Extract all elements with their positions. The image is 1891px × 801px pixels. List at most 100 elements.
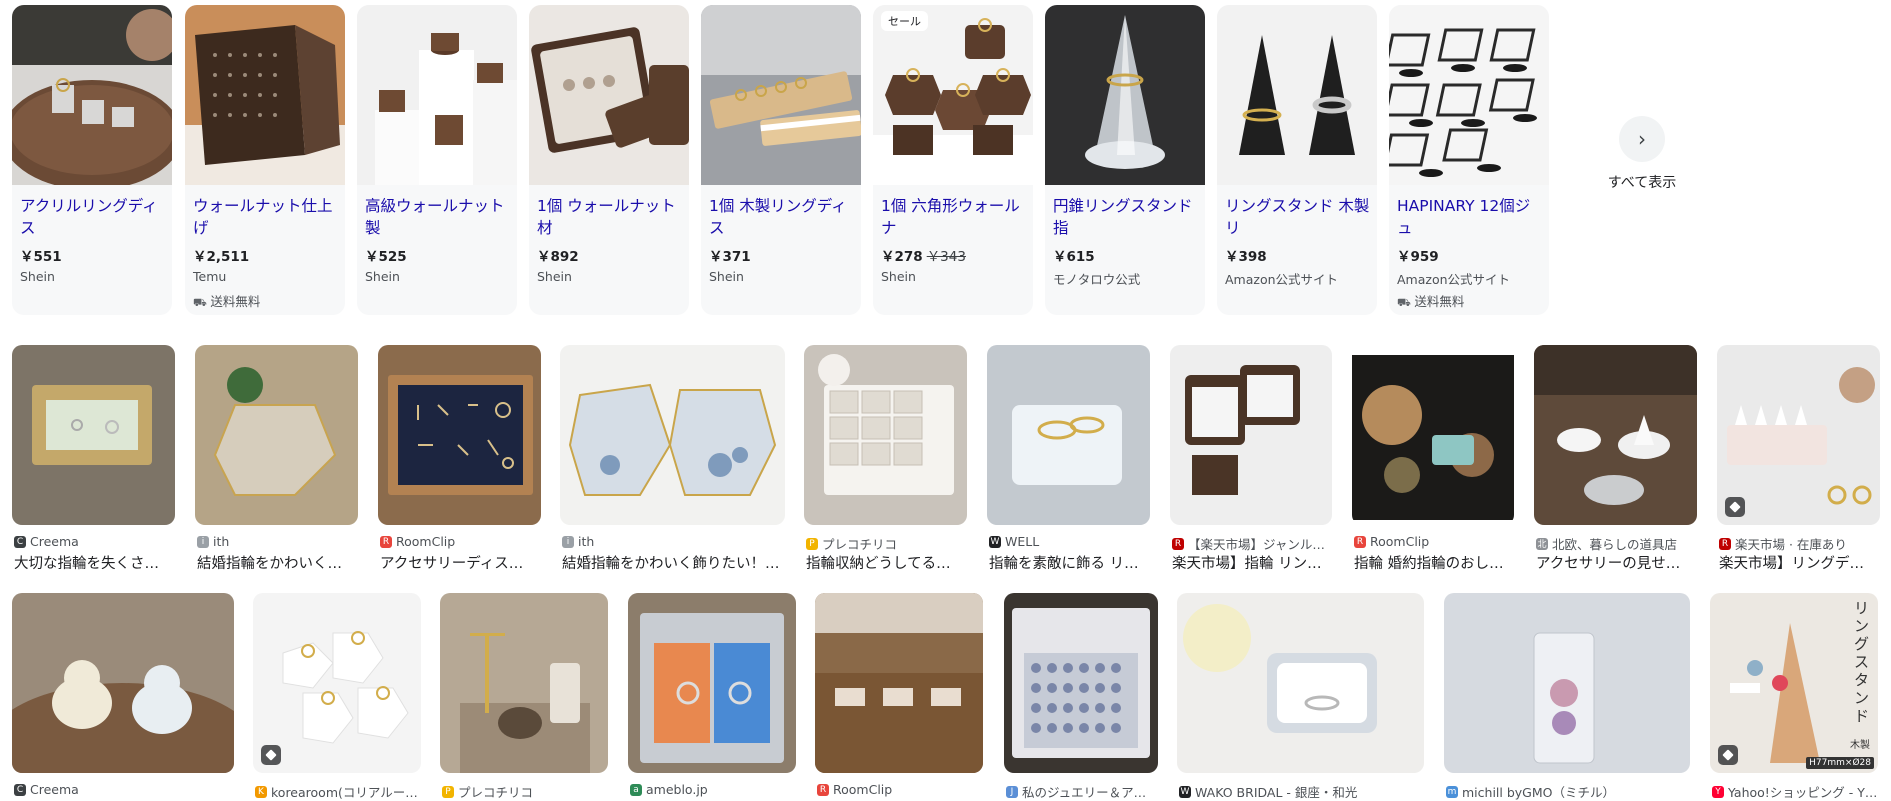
result-title[interactable]: 大切な指輪を失くさ… bbox=[14, 552, 173, 573]
result-image[interactable] bbox=[804, 345, 967, 525]
product-image[interactable] bbox=[873, 5, 1033, 185]
result-image[interactable] bbox=[195, 345, 358, 525]
result-title[interactable]: 指輪収納どうしてる… bbox=[806, 552, 965, 573]
image-result[interactable]: K korearoom(コリアルー… bbox=[253, 593, 421, 801]
result-source[interactable]: R 【楽天市場】ジャンル… bbox=[1172, 534, 1330, 553]
result-source[interactable]: P プレコチリコ bbox=[442, 782, 606, 801]
view-all-label: すべて表示 bbox=[1607, 175, 1677, 191]
result-source[interactable]: R RoomClip bbox=[1354, 534, 1512, 549]
result-source[interactable]: C Creema bbox=[14, 534, 173, 549]
product-image[interactable] bbox=[701, 5, 861, 185]
result-image[interactable] bbox=[440, 593, 608, 773]
image-result[interactable]: R 【楽天市場】ジャンル… 楽天市場】指輪 リン… bbox=[1170, 345, 1332, 573]
result-title[interactable]: 楽天市場】リングデ… bbox=[1719, 552, 1878, 573]
product-title[interactable]: 円錐リングスタンド 指 輪 アクセサリーディ… bbox=[1053, 195, 1199, 239]
image-result[interactable]: 北 北欧、暮らしの道具店 アクセサリーの見せ… bbox=[1534, 345, 1697, 573]
image-result[interactable]: R 楽天市場 · 在庫あり 楽天市場】リングデ… bbox=[1717, 345, 1880, 573]
product-card[interactable]: セール 1個 六角形ウォールナ ット木製ジュエリー… ￥278￥343 Shei… bbox=[873, 5, 1033, 315]
product-title[interactable]: 1個 六角形ウォールナ ット木製ジュエリー… bbox=[881, 195, 1027, 239]
image-result[interactable]: P プレコチリコ bbox=[440, 593, 608, 801]
result-source[interactable]: W WAKO BRIDAL - 銀座・和光 bbox=[1179, 782, 1422, 801]
result-image[interactable] bbox=[987, 345, 1150, 525]
product-title[interactable]: HAPINARY 12個ジュ エリーディスプレイ… bbox=[1397, 195, 1543, 239]
result-image[interactable] bbox=[1004, 593, 1158, 773]
product-title[interactable]: 高級ウォールナット製 ジュエリー展示スタ… bbox=[365, 195, 511, 239]
result-source[interactable]: i ith bbox=[197, 534, 356, 549]
product-image[interactable] bbox=[185, 5, 345, 185]
result-source[interactable]: 北 北欧、暮らしの道具店 bbox=[1536, 534, 1695, 553]
image-result[interactable]: C Creema bbox=[12, 593, 234, 799]
product-card[interactable]: ウォールナット仕上げ 木製ジュエリーディ… ￥2,511 Temu ⛟ 送料無料 bbox=[185, 5, 345, 315]
product-image[interactable] bbox=[357, 5, 517, 185]
result-source[interactable]: i ith bbox=[562, 534, 783, 549]
result-image[interactable] bbox=[1170, 345, 1332, 525]
result-source[interactable]: m michill byGMO（ミチル） bbox=[1446, 782, 1688, 801]
image-result[interactable]: a ameblo.jp bbox=[628, 593, 796, 799]
size-label: H77mm×Ø28 bbox=[1806, 757, 1874, 769]
image-result[interactable]: リングスタンド 木製 H77mm×Ø28 Y Yahoo!ショッピング - Y… bbox=[1710, 593, 1878, 801]
ring-stand-vertical-text: リングスタンド bbox=[1854, 599, 1870, 725]
result-source[interactable]: R 楽天市場 · 在庫あり bbox=[1719, 534, 1878, 553]
image-result[interactable]: C Creema 大切な指輪を失くさ… bbox=[12, 345, 175, 573]
product-image[interactable] bbox=[1389, 5, 1549, 185]
product-card[interactable]: アクリルリングディス プレイスタンド、リ… ￥551 Shein bbox=[12, 5, 172, 315]
result-title[interactable]: 指輪 婚約指輪のおし… bbox=[1354, 552, 1512, 573]
result-source[interactable]: Y Yahoo!ショッピング - Y… bbox=[1712, 782, 1876, 801]
image-result[interactable]: P プレコチリコ 指輪収納どうしてる… bbox=[804, 345, 967, 573]
image-result[interactable]: i ith 結婚指輪をかわいく… bbox=[195, 345, 358, 573]
product-title[interactable]: 1個 ウォールナット材 指/六角形ジュエリー… bbox=[537, 195, 683, 239]
image-result[interactable]: W WAKO BRIDAL - 銀座・和光 bbox=[1177, 593, 1424, 801]
result-image[interactable] bbox=[1444, 593, 1690, 773]
result-title[interactable]: アクセサリーの見せ… bbox=[1536, 552, 1695, 573]
product-card[interactable]: 1個 木製リングディス プレイスタンド ジュ… ￥371 Shein bbox=[701, 5, 861, 315]
product-card[interactable]: HAPINARY 12個ジュ エリーディスプレイ… ￥959 Amazon公式サ… bbox=[1389, 5, 1549, 315]
image-result[interactable]: J 私のジュエリー＆ア… bbox=[1004, 593, 1158, 801]
product-title[interactable]: ウォールナット仕上げ 木製ジュエリーディ… bbox=[193, 195, 339, 239]
product-title[interactable]: リングスタンド 木製リ ング収納ディスプレ… bbox=[1225, 195, 1371, 239]
product-title[interactable]: 1個 木製リングディス プレイスタンド ジュ… bbox=[709, 195, 855, 239]
result-image[interactable] bbox=[1352, 345, 1514, 525]
product-image[interactable] bbox=[1045, 5, 1205, 185]
product-title[interactable]: アクリルリングディス プレイスタンド、リ… bbox=[20, 195, 166, 239]
result-image[interactable] bbox=[560, 345, 785, 525]
result-title[interactable]: 指輪を素敵に飾る リ… bbox=[989, 552, 1148, 573]
result-image[interactable] bbox=[12, 345, 175, 525]
product-card[interactable]: 円錐リングスタンド 指 輪 アクセサリーディ… ￥615 モノタロウ公式 bbox=[1045, 5, 1205, 315]
result-image[interactable] bbox=[1534, 345, 1697, 525]
result-source[interactable]: R RoomClip bbox=[817, 782, 981, 797]
result-image[interactable] bbox=[1177, 593, 1424, 773]
result-source[interactable]: W WELL bbox=[989, 534, 1148, 549]
product-title-line: HAPINARY 12個ジュ bbox=[1397, 197, 1531, 237]
result-image[interactable] bbox=[815, 593, 983, 773]
result-source[interactable]: P プレコチリコ bbox=[806, 534, 965, 553]
image-result[interactable]: i ith 結婚指輪をかわいく飾りたい！… bbox=[560, 345, 785, 573]
result-title[interactable]: 楽天市場】指輪 リン… bbox=[1172, 552, 1330, 573]
product-card[interactable]: 高級ウォールナット製 ジュエリー展示スタ… ￥525 Shein bbox=[357, 5, 517, 315]
result-image[interactable] bbox=[378, 345, 541, 525]
image-result[interactable]: W WELL 指輪を素敵に飾る リ… bbox=[987, 345, 1150, 573]
image-result[interactable]: R RoomClip アクセサリーディス… bbox=[378, 345, 541, 573]
product-card[interactable]: リングスタンド 木製リ ング収納ディスプレ… ￥398 Amazon公式サイト bbox=[1217, 5, 1377, 315]
result-image[interactable] bbox=[628, 593, 796, 773]
result-image[interactable] bbox=[1717, 345, 1880, 525]
source-label: ameblo.jp bbox=[646, 782, 708, 797]
product-image[interactable] bbox=[12, 5, 172, 185]
result-title[interactable]: アクセサリーディス… bbox=[380, 552, 539, 573]
result-source[interactable]: a ameblo.jp bbox=[630, 782, 794, 797]
result-source[interactable]: K korearoom(コリアルー… bbox=[255, 782, 419, 801]
product-image[interactable] bbox=[1217, 5, 1377, 185]
product-card[interactable]: 1個 ウォールナット材 指/六角形ジュエリー… ￥892 Shein bbox=[529, 5, 689, 315]
image-result[interactable]: m michill byGMO（ミチル） bbox=[1444, 593, 1690, 801]
result-title[interactable]: 結婚指輪をかわいく… bbox=[197, 552, 356, 573]
result-image[interactable]: リングスタンド 木製 H77mm×Ø28 bbox=[1710, 593, 1878, 773]
result-source[interactable]: C Creema bbox=[14, 782, 232, 797]
view-all-button[interactable]: › すべて表示 bbox=[1606, 116, 1678, 192]
result-source[interactable]: J 私のジュエリー＆ア… bbox=[1006, 782, 1156, 801]
image-result[interactable]: R RoomClip bbox=[815, 593, 983, 799]
result-image[interactable] bbox=[12, 593, 234, 773]
result-source[interactable]: R RoomClip bbox=[380, 534, 539, 549]
result-image[interactable] bbox=[253, 593, 421, 773]
product-image[interactable] bbox=[529, 5, 689, 185]
image-result[interactable]: R RoomClip 指輪 婚約指輪のおし… bbox=[1352, 345, 1514, 573]
result-title[interactable]: 結婚指輪をかわいく飾りたい！… bbox=[562, 552, 783, 573]
